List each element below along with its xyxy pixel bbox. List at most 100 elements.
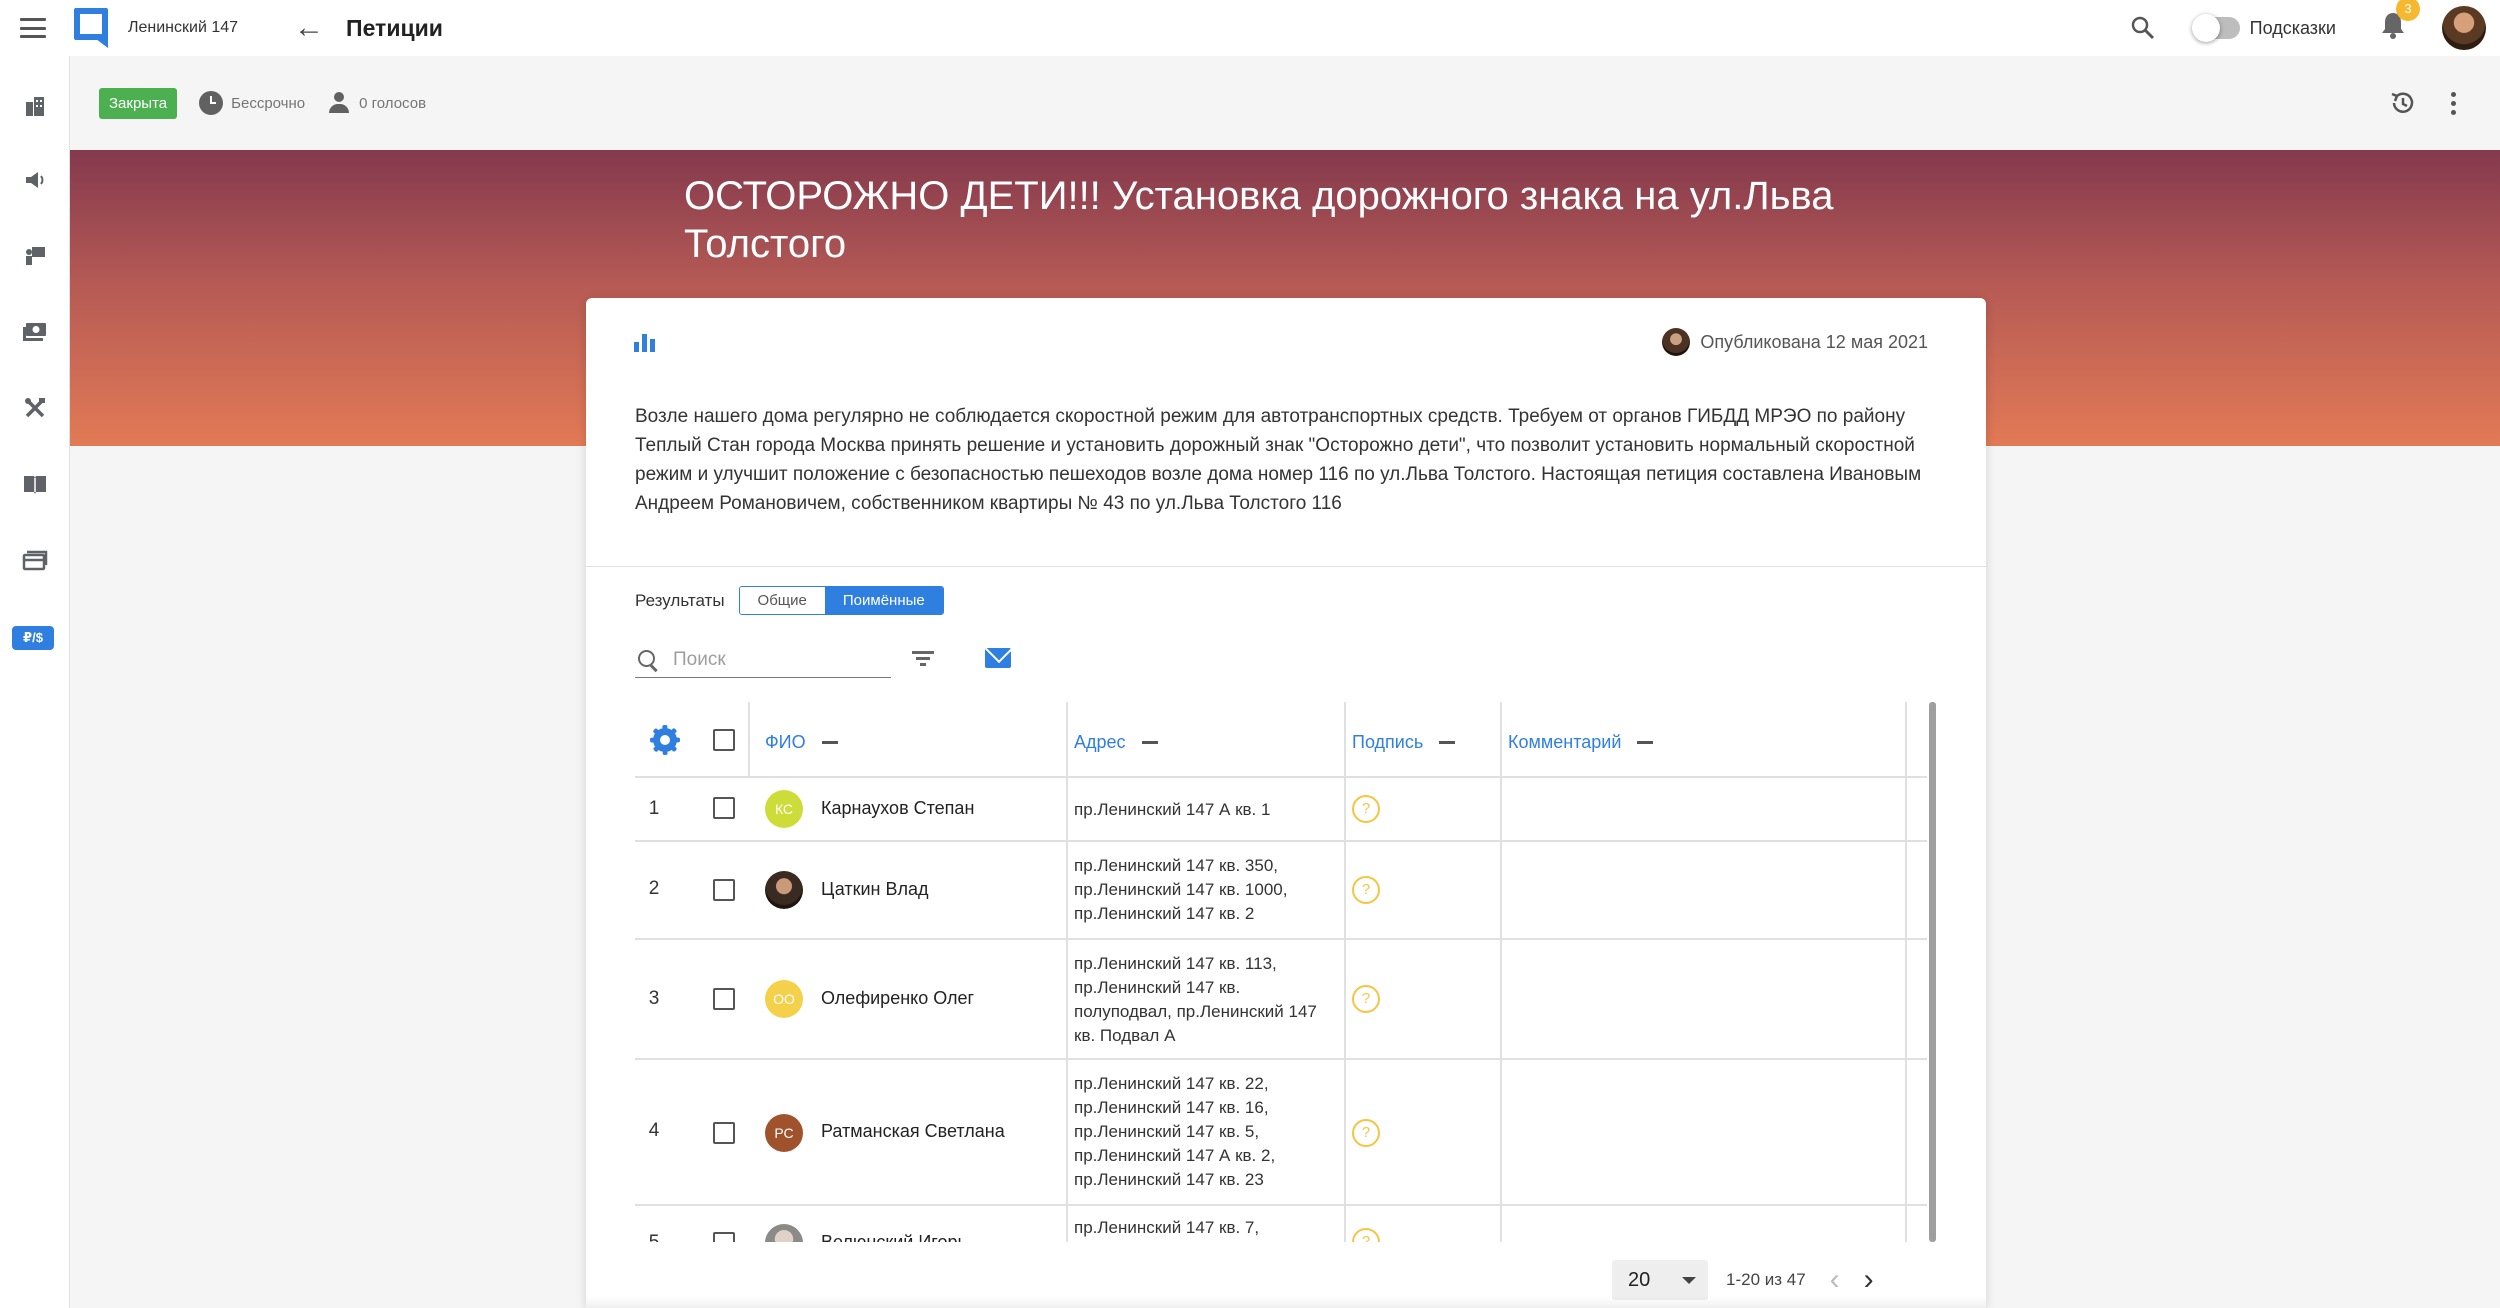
row-checkbox[interactable] (713, 797, 735, 819)
table-header: ФИО Адрес Подпись Комментарий (635, 702, 1927, 778)
avatar (765, 871, 803, 909)
column-header-signature-label: Подпись (1352, 732, 1424, 752)
column-divider (1905, 778, 1907, 842)
clock-icon (199, 91, 224, 115)
avatar: КС (765, 790, 803, 828)
column-divider (1905, 1206, 1907, 1242)
notifications-button[interactable]: 3 (2380, 0, 2420, 46)
row-checkbox[interactable] (713, 879, 735, 901)
table-row[interactable]: 5 Велюнский Игорь пр.Ленинский 147 кв. 7… (635, 1206, 1927, 1242)
search-field (635, 642, 891, 678)
signer-name: Велюнский Игорь (821, 1232, 967, 1242)
app-logo[interactable] (72, 6, 112, 50)
column-divider (1500, 1060, 1502, 1206)
pagination-range: 1-20 из 47 (1726, 1270, 1806, 1289)
row-checkbox[interactable] (713, 1232, 735, 1242)
column-divider (1500, 702, 1502, 778)
column-divider (1500, 1206, 1502, 1242)
bar-chart-icon[interactable] (634, 332, 656, 352)
column-header-name-label: ФИО (765, 732, 806, 752)
petition-description: Возле нашего дома регулярно не соблюдает… (635, 406, 1922, 514)
signer-address: пр.Ленинский 147 кв. 7, (1074, 1218, 1260, 1237)
column-divider (1905, 940, 1907, 1060)
minus-icon (821, 741, 838, 744)
meeting-icon[interactable] (0, 236, 70, 276)
more-options-icon[interactable] (2447, 88, 2460, 119)
table-row[interactable]: 2 Цаткин Влад пр.Ленинский 147 кв. 350, … (635, 842, 1927, 940)
history-icon[interactable] (2389, 89, 2417, 117)
signer-address: пр.Ленинский 147 кв. 22, пр.Ленинский 14… (1074, 1074, 1276, 1189)
settings-gear-icon[interactable] (650, 725, 680, 755)
column-divider (1344, 702, 1346, 778)
megaphone-icon[interactable] (0, 160, 70, 200)
votes-text: 0 голосов (359, 94, 427, 112)
table-scrollbar[interactable] (1929, 702, 1936, 1242)
search-input[interactable] (673, 648, 873, 671)
search-icon[interactable] (2130, 15, 2156, 41)
tab-general[interactable]: Общие (739, 587, 825, 614)
table-row[interactable]: 3 ОО Олефиренко Олег пр.Ленинский 147 кв… (635, 940, 1927, 1060)
column-divider (1344, 1206, 1346, 1242)
question-icon: ? (1352, 985, 1380, 1013)
petition-title: ОСТОРОЖНО ДЕТИ!!! Установка дорожного зн… (684, 174, 1834, 266)
author-avatar[interactable] (1662, 328, 1691, 356)
column-divider (1500, 940, 1502, 1060)
row-number: 4 (648, 1120, 660, 1141)
row-checkbox[interactable] (713, 1122, 735, 1144)
petition-status-bar: Закрыта Бессрочно 0 голосов (70, 56, 2500, 150)
signer-address: пр.Ленинский 147 кв. 350, пр.Ленинский 1… (1074, 856, 1288, 923)
results-row: Результаты Общие Поимённые (635, 586, 944, 615)
results-label: Результаты (635, 590, 725, 610)
row-number: 2 (648, 878, 660, 899)
hints-label: Подсказки (2249, 17, 2336, 38)
published-info: Опубликована 12 мая 2021 (1662, 328, 1928, 356)
table-row[interactable]: 1 КС Карнаухов Степан пр.Ленинский 147 А… (635, 778, 1927, 842)
minus-icon (1141, 741, 1158, 744)
column-header-signature[interactable]: Подпись (1352, 732, 1456, 753)
hints-toggle[interactable] (2191, 14, 2240, 42)
mail-icon[interactable] (985, 648, 1011, 668)
row-number: 3 (648, 988, 660, 1009)
tools-icon[interactable] (0, 388, 70, 428)
table-row[interactable]: 4 РС Ратманская Светлана пр.Ленинский 14… (635, 1060, 1927, 1206)
cards-icon[interactable] (0, 540, 70, 580)
prev-page-icon[interactable]: ‹ (1830, 1265, 1840, 1295)
column-header-address-label: Адрес (1074, 732, 1126, 752)
tab-named[interactable]: Поимённые (824, 587, 943, 614)
column-divider (1066, 1206, 1068, 1242)
currency-button[interactable]: ₽/$ (12, 626, 54, 650)
question-icon: ? (1352, 1119, 1380, 1147)
column-header-address[interactable]: Адрес (1074, 732, 1158, 753)
pagination: 20 1-20 из 47 ‹ › (1612, 1260, 1874, 1300)
page-title: Петиции (346, 14, 443, 41)
user-avatar[interactable] (2442, 6, 2486, 50)
rows-per-page-select[interactable]: 20 (1612, 1260, 1708, 1300)
column-header-comment-label: Комментарий (1508, 732, 1622, 752)
left-sidebar: ₽/$ (0, 56, 70, 1308)
column-header-name[interactable]: ФИО (765, 732, 838, 753)
menu-icon[interactable] (20, 18, 46, 38)
back-arrow-icon[interactable]: ← (294, 13, 324, 43)
duration-text: Бессрочно (231, 94, 306, 112)
buildings-icon[interactable] (0, 86, 70, 126)
signer-name: Цаткин Влад (821, 879, 929, 899)
search-icon (637, 649, 659, 671)
filter-icon[interactable] (912, 650, 934, 666)
card-bottom-shadow (586, 1296, 1986, 1308)
org-name[interactable]: Ленинский 147 (128, 19, 238, 37)
money-icon[interactable] (0, 312, 70, 352)
book-icon[interactable] (0, 464, 70, 504)
signer-address: пр.Ленинский 147 кв. 113, пр.Ленинский 1… (1074, 954, 1317, 1045)
column-divider (1066, 702, 1068, 778)
row-number: 5 (635, 1232, 673, 1242)
signer-name: Олефиренко Олег (821, 988, 975, 1008)
person-icon (327, 91, 351, 115)
minus-icon (1439, 741, 1456, 744)
column-header-comment[interactable]: Комментарий (1508, 732, 1654, 753)
next-page-icon[interactable]: › (1864, 1265, 1874, 1295)
column-divider (1905, 842, 1907, 940)
published-date: Опубликована 12 мая 2021 (1700, 331, 1928, 352)
select-all-checkbox[interactable] (713, 729, 735, 751)
question-icon: ? (1352, 1228, 1380, 1242)
row-checkbox[interactable] (713, 988, 735, 1010)
